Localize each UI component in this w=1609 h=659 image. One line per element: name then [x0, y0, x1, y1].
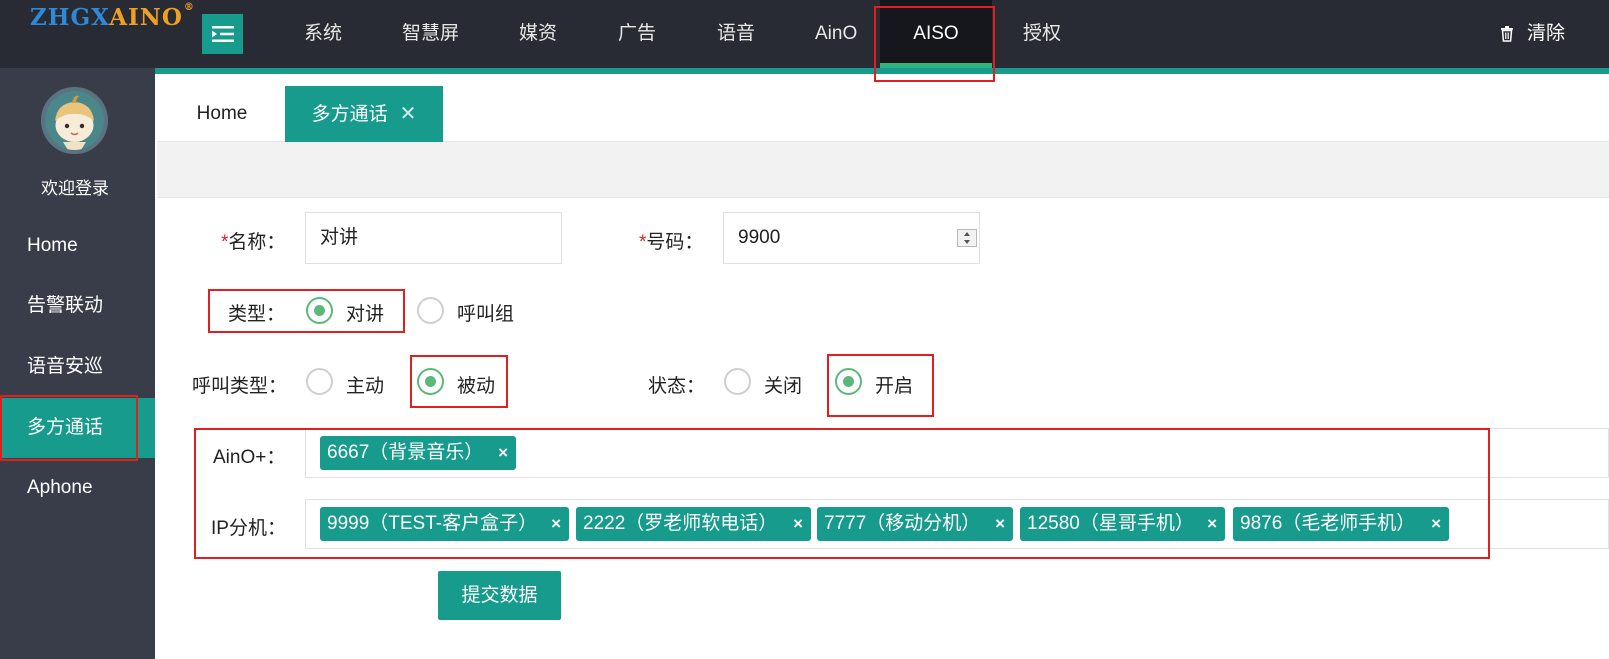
status-radio-on[interactable]	[835, 368, 862, 395]
toolbar-strip	[157, 142, 1609, 198]
tabs-bar: Home 多方通话 ✕	[157, 74, 1609, 142]
call-type-option-passive[interactable]: 被动	[457, 371, 495, 398]
tag-remove-icon[interactable]: ×	[793, 507, 803, 541]
tag-remove-icon[interactable]: ×	[1431, 507, 1441, 541]
nav-item-ads[interactable]: 广告	[618, 0, 656, 68]
trash-icon	[1501, 26, 1513, 42]
nav-item-media[interactable]: 媒资	[519, 0, 557, 68]
ip-extension-tag: 9876（毛老师手机） ×	[1233, 507, 1449, 541]
aino-plus-tag-select[interactable]: 6667（背景音乐） ×	[305, 428, 1609, 478]
status-option-on[interactable]: 开启	[875, 371, 913, 398]
number-stepper[interactable]	[957, 229, 977, 247]
call-type-option-active[interactable]: 主动	[346, 371, 384, 398]
app-root: ZHGXAINO® 系统 智慧屏 媒资 广告 语音 AinO AISO 授权 清…	[0, 0, 1609, 659]
logo-text-part1: ZHGX	[30, 4, 110, 31]
nav-item-aiso[interactable]: AISO	[880, 0, 992, 68]
type-option-call-group[interactable]: 呼叫组	[457, 299, 514, 326]
number-label-text: 号码：	[646, 232, 704, 253]
ip-extension-tag: 12580（星哥手机） ×	[1020, 507, 1225, 541]
call-type-label: 呼叫类型：	[192, 376, 288, 397]
tag-label: 12580（星哥手机）	[1027, 513, 1194, 534]
nav-item-license[interactable]: 授权	[1023, 0, 1061, 68]
tab-label: 多方通话	[311, 104, 388, 125]
tag-remove-icon[interactable]: ×	[551, 507, 561, 541]
clear-cache-button[interactable]: 清除	[1500, 0, 1565, 68]
tab-close-icon[interactable]: ✕	[400, 103, 417, 125]
welcome-text: 欢迎登录	[41, 179, 109, 198]
tab-home[interactable]: Home	[157, 86, 287, 142]
tag-label: 7777（移动分机）	[824, 513, 981, 534]
number-value: 9900	[738, 227, 781, 248]
status-label: 状态：	[648, 376, 706, 397]
tag-label: 6667（背景音乐）	[327, 442, 484, 463]
name-label-text: 名称：	[228, 232, 286, 253]
nav-item-aino[interactable]: AinO	[815, 0, 857, 68]
sidebar-item-aphone[interactable]: Aphone	[0, 458, 155, 518]
sidebar-item-alarm-linkage[interactable]: 告警联动	[0, 276, 155, 336]
tag-label: 9876（毛老师手机）	[1240, 513, 1416, 534]
ip-extension-tag: 7777（移动分机） ×	[817, 507, 1013, 541]
avatar-cartoon-icon	[45, 91, 104, 150]
tag-remove-icon[interactable]: ×	[498, 436, 508, 470]
status-option-off[interactable]: 关闭	[764, 371, 802, 398]
tab-multi-party-call[interactable]: 多方通话 ✕	[285, 86, 443, 142]
status-radio-off[interactable]	[724, 368, 751, 395]
call-type-radio-active[interactable]	[306, 368, 333, 395]
call-type-radio-passive[interactable]	[417, 368, 444, 395]
sidebar-item-home[interactable]: Home	[0, 216, 155, 276]
aino-plus-label: AinO+：	[213, 447, 286, 468]
number-input[interactable]: 9900	[723, 212, 980, 264]
tag-label: 9999（TEST-客户盒子）	[327, 513, 538, 534]
tag-label: 2222（罗老师软电话）	[583, 513, 778, 534]
top-bar: ZHGXAINO® 系统 智慧屏 媒资 广告 语音 AinO AISO 授权 清…	[0, 0, 1609, 68]
clear-label: 清除	[1527, 23, 1566, 44]
menu-toggle-button[interactable]	[202, 14, 243, 54]
tag-remove-icon[interactable]: ×	[995, 507, 1005, 541]
name-input[interactable]: 对讲	[305, 212, 562, 264]
avatar	[41, 87, 108, 154]
nav-item-system[interactable]: 系统	[304, 0, 342, 68]
aino-plus-tag: 6667（背景音乐） ×	[320, 436, 516, 470]
menu-collapse-icon	[211, 26, 234, 42]
tag-remove-icon[interactable]: ×	[1207, 507, 1217, 541]
submit-button[interactable]: 提交数据	[438, 571, 561, 620]
type-radio-call-group[interactable]	[417, 297, 444, 324]
sidebar-item-voice-patrol[interactable]: 语音安巡	[0, 337, 155, 397]
name-label: *名称：	[221, 227, 285, 254]
nav-item-voice[interactable]: 语音	[717, 0, 755, 68]
type-label: 类型：	[228, 304, 286, 325]
registered-mark: ®	[183, 2, 195, 13]
logo-text-part2: AINO	[109, 4, 183, 31]
type-option-intercom[interactable]: 对讲	[346, 299, 384, 326]
sidebar-item-multi-party-call[interactable]: 多方通话	[0, 398, 155, 458]
nav-item-smart-screen[interactable]: 智慧屏	[402, 0, 459, 68]
number-label: *号码：	[639, 227, 703, 254]
ip-extension-label: IP分机：	[211, 518, 286, 539]
type-radio-intercom[interactable]	[306, 297, 333, 324]
ip-extension-tag-select[interactable]: 9999（TEST-客户盒子） × 2222（罗老师软电话） × 7777（移动分机…	[305, 499, 1609, 549]
sidebar: 欢迎登录 Home 告警联动 语音安巡 多方通话 Aphone	[0, 68, 155, 659]
ip-extension-tag: 9999（TEST-客户盒子） ×	[320, 507, 569, 541]
ip-extension-tag: 2222（罗老师软电话） ×	[576, 507, 811, 541]
brand-logo: ZHGXAINO®	[30, 2, 195, 31]
